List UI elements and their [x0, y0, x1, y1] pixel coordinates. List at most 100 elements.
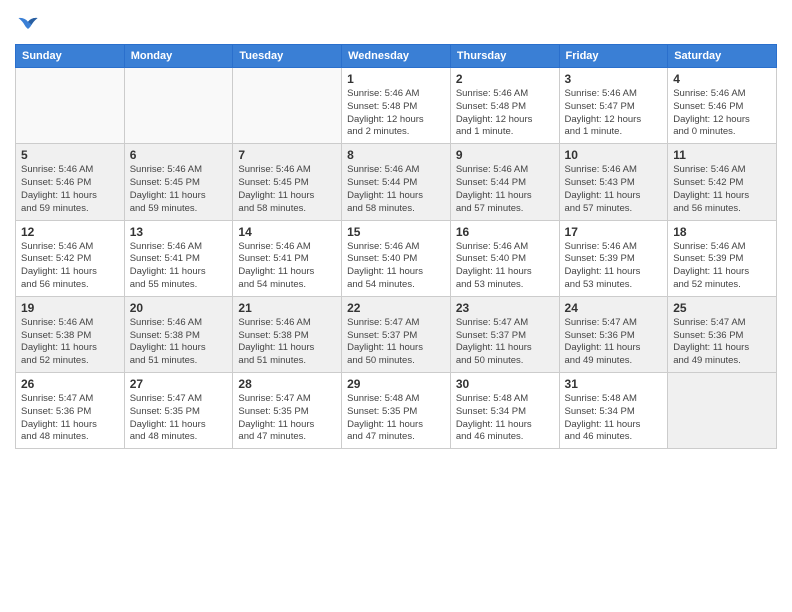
- day-number: 10: [565, 148, 663, 162]
- calendar-cell: 11 Sunrise: 5:46 AMSunset: 5:42 PMDayligh…: [668, 144, 777, 220]
- day-number: 7: [238, 148, 336, 162]
- calendar-cell: [668, 373, 777, 449]
- day-info: Sunrise: 5:47 AMSunset: 5:35 PMDaylight:…: [130, 393, 228, 444]
- day-info: Sunrise: 5:48 AMSunset: 5:34 PMDaylight:…: [565, 393, 663, 444]
- calendar-cell: 31 Sunrise: 5:48 AMSunset: 5:34 PMDayligh…: [559, 373, 668, 449]
- day-info: Sunrise: 5:47 AMSunset: 5:36 PMDaylight:…: [565, 317, 663, 368]
- day-number: 21: [238, 301, 336, 315]
- day-info: Sunrise: 5:46 AMSunset: 5:39 PMDaylight:…: [565, 241, 663, 292]
- day-number: 22: [347, 301, 445, 315]
- day-number: 14: [238, 225, 336, 239]
- calendar-cell: 15 Sunrise: 5:46 AMSunset: 5:40 PMDayligh…: [342, 220, 451, 296]
- calendar-cell: 19 Sunrise: 5:46 AMSunset: 5:38 PMDayligh…: [16, 296, 125, 372]
- day-info: Sunrise: 5:46 AMSunset: 5:41 PMDaylight:…: [238, 241, 336, 292]
- calendar-cell: 16 Sunrise: 5:46 AMSunset: 5:40 PMDayligh…: [450, 220, 559, 296]
- calendar-cell: 25Sunrise: 5:47 AMSunset: 5:36 PMDayligh…: [668, 296, 777, 372]
- day-info: Sunrise: 5:46 AMSunset: 5:42 PMDaylight:…: [673, 164, 771, 215]
- day-number: 20: [130, 301, 228, 315]
- calendar-cell: 18Sunrise: 5:46 AMSunset: 5:39 PMDayligh…: [668, 220, 777, 296]
- weekday-header-saturday: Saturday: [668, 45, 777, 68]
- header: [15, 10, 777, 36]
- day-number: 27: [130, 377, 228, 391]
- calendar-cell: 14 Sunrise: 5:46 AMSunset: 5:41 PMDayligh…: [233, 220, 342, 296]
- day-number: 15: [347, 225, 445, 239]
- day-info: Sunrise: 5:46 AMSunset: 5:38 PMDaylight:…: [21, 317, 119, 368]
- calendar-cell: 10 Sunrise: 5:46 AMSunset: 5:43 PMDayligh…: [559, 144, 668, 220]
- day-info: Sunrise: 5:47 AMSunset: 5:36 PMDaylight:…: [21, 393, 119, 444]
- calendar-body: 1 Sunrise: 5:46 AMSunset: 5:48 PMDaylight…: [16, 68, 777, 449]
- day-info: Sunrise: 5:46 AMSunset: 5:38 PMDaylight:…: [238, 317, 336, 368]
- calendar-cell: 21 Sunrise: 5:46 AMSunset: 5:38 PMDayligh…: [233, 296, 342, 372]
- calendar-cell: 26 Sunrise: 5:47 AMSunset: 5:36 PMDayligh…: [16, 373, 125, 449]
- calendar-cell: 23Sunrise: 5:47 AMSunset: 5:37 PMDayligh…: [450, 296, 559, 372]
- calendar-cell: 28Sunrise: 5:47 AMSunset: 5:35 PMDayligh…: [233, 373, 342, 449]
- day-number: 16: [456, 225, 554, 239]
- day-number: 26: [21, 377, 119, 391]
- weekday-header-monday: Monday: [124, 45, 233, 68]
- day-info: Sunrise: 5:46 AMSunset: 5:46 PMDaylight:…: [21, 164, 119, 215]
- day-number: 24: [565, 301, 663, 315]
- calendar-cell: 8 Sunrise: 5:46 AMSunset: 5:44 PMDaylight…: [342, 144, 451, 220]
- day-info: Sunrise: 5:46 AMSunset: 5:40 PMDaylight:…: [456, 241, 554, 292]
- day-info: Sunrise: 5:46 AMSunset: 5:40 PMDaylight:…: [347, 241, 445, 292]
- calendar-cell: [233, 68, 342, 144]
- day-number: 30: [456, 377, 554, 391]
- day-info: Sunrise: 5:48 AMSunset: 5:35 PMDaylight:…: [347, 393, 445, 444]
- calendar-cell: 3Sunrise: 5:46 AMSunset: 5:47 PMDaylight…: [559, 68, 668, 144]
- calendar-week-2: 5Sunrise: 5:46 AMSunset: 5:46 PMDaylight…: [16, 144, 777, 220]
- day-info: Sunrise: 5:47 AMSunset: 5:37 PMDaylight:…: [347, 317, 445, 368]
- day-info: Sunrise: 5:46 AMSunset: 5:45 PMDaylight:…: [130, 164, 228, 215]
- calendar-cell: 27 Sunrise: 5:47 AMSunset: 5:35 PMDayligh…: [124, 373, 233, 449]
- day-info: Sunrise: 5:46 AMSunset: 5:45 PMDaylight:…: [238, 164, 336, 215]
- weekday-header-wednesday: Wednesday: [342, 45, 451, 68]
- weekday-header-thursday: Thursday: [450, 45, 559, 68]
- day-info: Sunrise: 5:47 AMSunset: 5:37 PMDaylight:…: [456, 317, 554, 368]
- day-number: 18: [673, 225, 771, 239]
- day-number: 12: [21, 225, 119, 239]
- calendar-cell: 20Sunrise: 5:46 AMSunset: 5:38 PMDayligh…: [124, 296, 233, 372]
- day-info: Sunrise: 5:46 AMSunset: 5:42 PMDaylight:…: [21, 241, 119, 292]
- day-info: Sunrise: 5:46 AMSunset: 5:47 PMDaylight:…: [565, 88, 663, 139]
- day-number: 4: [673, 72, 771, 86]
- calendar-cell: 4 Sunrise: 5:46 AMSunset: 5:46 PMDaylight…: [668, 68, 777, 144]
- calendar-week-1: 1 Sunrise: 5:46 AMSunset: 5:48 PMDaylight…: [16, 68, 777, 144]
- day-number: 19: [21, 301, 119, 315]
- calendar-week-3: 12 Sunrise: 5:46 AMSunset: 5:42 PMDayligh…: [16, 220, 777, 296]
- weekday-row: SundayMondayTuesdayWednesdayThursdayFrid…: [16, 45, 777, 68]
- calendar-cell: 9Sunrise: 5:46 AMSunset: 5:44 PMDaylight…: [450, 144, 559, 220]
- day-number: 31: [565, 377, 663, 391]
- day-info: Sunrise: 5:47 AMSunset: 5:35 PMDaylight:…: [238, 393, 336, 444]
- calendar-cell: 30 Sunrise: 5:48 AMSunset: 5:34 PMDayligh…: [450, 373, 559, 449]
- day-info: Sunrise: 5:46 AMSunset: 5:41 PMDaylight:…: [130, 241, 228, 292]
- weekday-header-sunday: Sunday: [16, 45, 125, 68]
- day-number: 2: [456, 72, 554, 86]
- logo-bird-icon: [17, 14, 39, 36]
- day-info: Sunrise: 5:46 AMSunset: 5:43 PMDaylight:…: [565, 164, 663, 215]
- day-info: Sunrise: 5:46 AMSunset: 5:48 PMDaylight:…: [456, 88, 554, 139]
- weekday-header-friday: Friday: [559, 45, 668, 68]
- logo: [15, 10, 39, 36]
- day-number: 13: [130, 225, 228, 239]
- calendar-week-5: 26 Sunrise: 5:47 AMSunset: 5:36 PMDayligh…: [16, 373, 777, 449]
- calendar-cell: 12 Sunrise: 5:46 AMSunset: 5:42 PMDayligh…: [16, 220, 125, 296]
- calendar-table: SundayMondayTuesdayWednesdayThursdayFrid…: [15, 44, 777, 449]
- calendar-cell: 7 Sunrise: 5:46 AMSunset: 5:45 PMDaylight…: [233, 144, 342, 220]
- calendar-cell: 2 Sunrise: 5:46 AMSunset: 5:48 PMDaylight…: [450, 68, 559, 144]
- day-info: Sunrise: 5:46 AMSunset: 5:44 PMDaylight:…: [347, 164, 445, 215]
- page: SundayMondayTuesdayWednesdayThursdayFrid…: [0, 0, 792, 612]
- day-number: 11: [673, 148, 771, 162]
- day-number: 8: [347, 148, 445, 162]
- calendar-cell: 13 Sunrise: 5:46 AMSunset: 5:41 PMDayligh…: [124, 220, 233, 296]
- calendar-week-4: 19 Sunrise: 5:46 AMSunset: 5:38 PMDayligh…: [16, 296, 777, 372]
- day-info: Sunrise: 5:46 AMSunset: 5:44 PMDaylight:…: [456, 164, 554, 215]
- day-number: 17: [565, 225, 663, 239]
- calendar-cell: 24 Sunrise: 5:47 AMSunset: 5:36 PMDayligh…: [559, 296, 668, 372]
- day-info: Sunrise: 5:46 AMSunset: 5:48 PMDaylight:…: [347, 88, 445, 139]
- calendar-cell: [124, 68, 233, 144]
- day-info: Sunrise: 5:48 AMSunset: 5:34 PMDaylight:…: [456, 393, 554, 444]
- calendar-cell: 6Sunrise: 5:46 AMSunset: 5:45 PMDaylight…: [124, 144, 233, 220]
- calendar-header: SundayMondayTuesdayWednesdayThursdayFrid…: [16, 45, 777, 68]
- calendar-cell: 22 Sunrise: 5:47 AMSunset: 5:37 PMDayligh…: [342, 296, 451, 372]
- day-info: Sunrise: 5:46 AMSunset: 5:46 PMDaylight:…: [673, 88, 771, 139]
- day-number: 1: [347, 72, 445, 86]
